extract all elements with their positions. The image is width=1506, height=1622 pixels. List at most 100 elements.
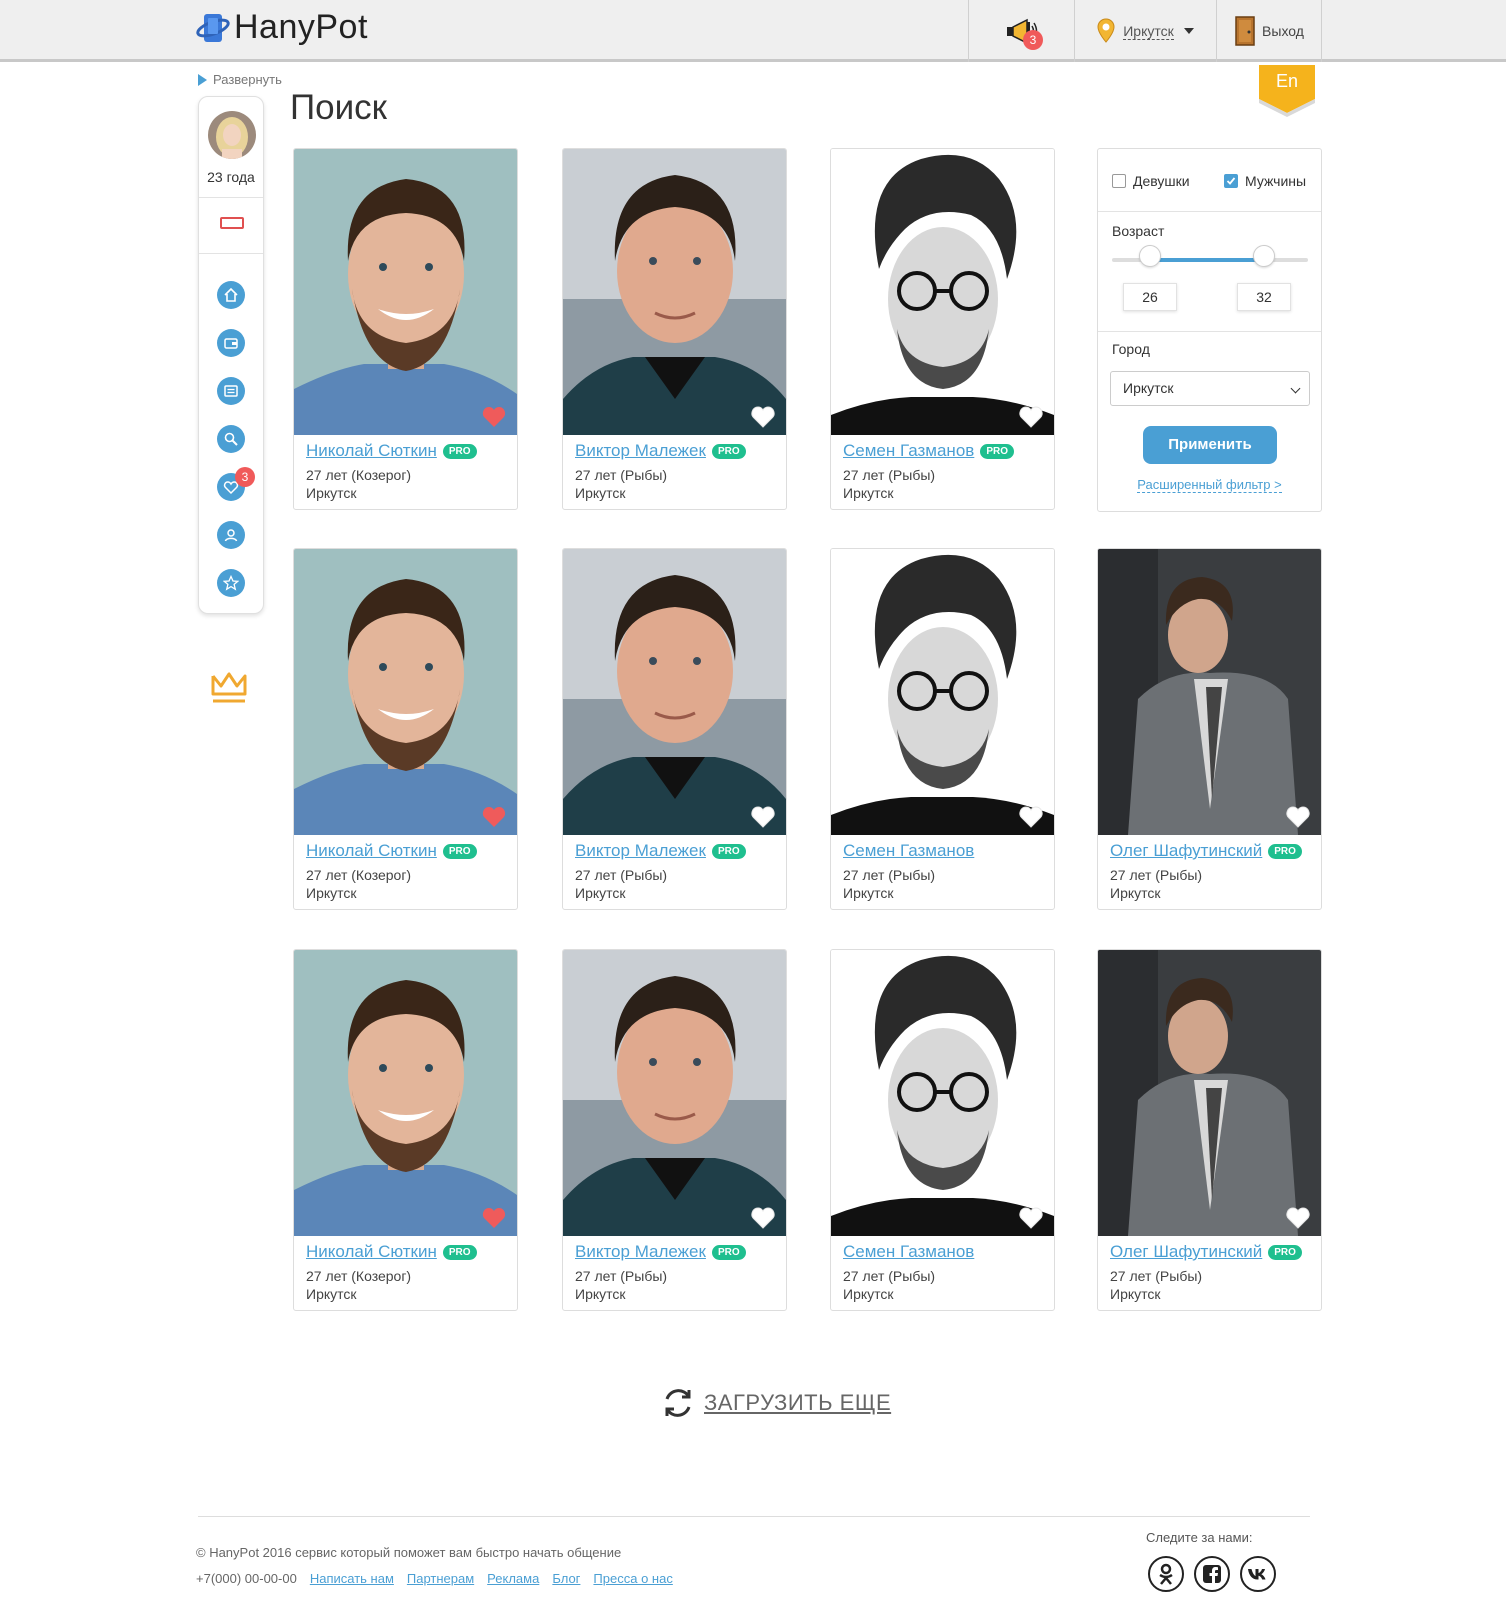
sidebar-item-search[interactable] <box>217 425 245 453</box>
follow-label: Следите за нами: <box>1146 1530 1253 1545</box>
age-max-field[interactable]: 32 <box>1237 283 1291 311</box>
profile-name-link[interactable]: Николай Сюткин <box>306 841 437 861</box>
notifications-button[interactable]: 3 <box>968 0 1074 62</box>
profile-city: Иркутск <box>575 1286 626 1302</box>
facebook-icon[interactable] <box>1194 1556 1230 1592</box>
profile-city: Иркутск <box>843 885 894 901</box>
profile-card[interactable]: Николай Сюткин PRO 27 лет (Козерог) Иркутск <box>293 949 518 1311</box>
profile-name-link[interactable]: Виктор Малежек <box>575 841 706 861</box>
profile-photo[interactable] <box>563 549 786 835</box>
profile-age: 27 лет (Рыбы) <box>575 1268 668 1284</box>
profile-name-link[interactable]: Николай Сюткин <box>306 441 437 461</box>
footer-link-blog[interactable]: Блог <box>552 1571 580 1586</box>
profile-name-link[interactable]: Олег Шафутинский <box>1110 1242 1262 1262</box>
heart-outline-icon[interactable] <box>1285 1206 1311 1230</box>
sidebar-item-favorites[interactable] <box>217 569 245 597</box>
heart-outline-icon[interactable] <box>1018 1206 1044 1230</box>
profile-card[interactable]: Семен Газманов 27 лет (Рыбы) Иркутск <box>830 949 1055 1311</box>
city-select[interactable]: Иркутск <box>1110 371 1310 406</box>
filter-panel: Девушки Мужчины Возраст 26 32 Город Ирку… <box>1097 148 1322 512</box>
profile-card[interactable]: Виктор Малежек PRO 27 лет (Рыбы) Иркутск <box>562 548 787 910</box>
profile-photo[interactable] <box>831 149 1054 435</box>
profile-photo[interactable] <box>831 950 1054 1236</box>
men-checkbox[interactable]: Мужчины <box>1224 173 1306 189</box>
advanced-filter-link[interactable]: Расширенный фильтр > <box>1098 477 1321 493</box>
pro-badge: PRO <box>711 1244 746 1260</box>
heart-filled-icon[interactable] <box>481 805 507 829</box>
battery-icon[interactable] <box>220 217 244 229</box>
footer-link-partners[interactable]: Партнерам <box>407 1571 474 1586</box>
profile-card[interactable]: Николай Сюткин PRO 27 лет (Козерог) Иркутск <box>293 148 518 510</box>
age-min-field[interactable]: 26 <box>1123 283 1177 311</box>
profile-age: 27 лет (Рыбы) <box>843 467 936 483</box>
heart-outline-icon[interactable] <box>750 1206 776 1230</box>
profile-card[interactable]: Виктор Малежек PRO 27 лет (Рыбы) Иркутск <box>562 148 787 510</box>
age-min-handle[interactable] <box>1139 245 1161 267</box>
exit-button[interactable]: Выход <box>1216 0 1322 62</box>
sidebar-item-home[interactable] <box>217 281 245 309</box>
profile-card[interactable]: Олег Шафутинский PRO 27 лет (Рыбы) Иркутск <box>1097 548 1322 910</box>
profile-card[interactable]: Николай Сюткин PRO 27 лет (Козерог) Иркутск <box>293 548 518 910</box>
sidebar-item-messages[interactable] <box>217 377 245 405</box>
apply-button[interactable]: Применить <box>1143 426 1277 464</box>
profile-photo[interactable] <box>1098 549 1321 835</box>
load-more-button[interactable]: ЗАГРУЗИТЬ ЕЩЕ <box>660 1385 891 1421</box>
profile-name-link[interactable]: Семен Газманов <box>843 841 974 861</box>
sidebar-item-wallet[interactable] <box>217 329 245 357</box>
girls-checkbox[interactable]: Девушки <box>1112 173 1190 189</box>
footer-link-press[interactable]: Пресса о нас <box>593 1571 672 1586</box>
heart-outline-icon[interactable] <box>1285 805 1311 829</box>
heart-filled-icon[interactable] <box>481 405 507 429</box>
exit-label: Выход <box>1262 23 1304 39</box>
divider <box>199 253 263 254</box>
avatar-image <box>208 111 256 159</box>
location-pin-icon <box>1097 18 1115 43</box>
language-switch[interactable]: En <box>1259 65 1315 117</box>
profile-name-link[interactable]: Николай Сюткин <box>306 1242 437 1262</box>
heart-outline-icon[interactable] <box>750 405 776 429</box>
heart-outline-icon[interactable] <box>750 805 776 829</box>
profile-photo[interactable] <box>294 950 517 1236</box>
city-filter-label: Город <box>1112 341 1150 357</box>
logo[interactable]: HanyPot <box>196 8 368 47</box>
profile-name-link[interactable]: Виктор Малежек <box>575 441 706 461</box>
profile-photo[interactable] <box>563 950 786 1236</box>
profile-age: 27 лет (Козерог) <box>306 867 412 883</box>
heart-outline-icon[interactable] <box>1018 805 1044 829</box>
card-name-row: Николай Сюткин PRO <box>306 1242 477 1262</box>
profile-name-link[interactable]: Олег Шафутинский <box>1110 841 1262 861</box>
profile-photo[interactable] <box>1098 950 1321 1236</box>
profile-name-link[interactable]: Семен Газманов <box>843 1242 974 1262</box>
advanced-filter-label: Расширенный фильтр > <box>1137 477 1282 493</box>
age-range-fill <box>1150 258 1264 262</box>
city-selector[interactable]: Иркутск <box>1074 0 1216 62</box>
heart-filled-icon[interactable] <box>481 1206 507 1230</box>
profile-name-link[interactable]: Виктор Малежек <box>575 1242 706 1262</box>
pro-badge: PRO <box>442 443 477 459</box>
profile-card[interactable]: Виктор Малежек PRO 27 лет (Рыбы) Иркутск <box>562 949 787 1311</box>
card-name-row: Николай Сюткин PRO <box>306 441 477 461</box>
profile-card[interactable]: Олег Шафутинский PRO 27 лет (Рыбы) Иркутск <box>1097 949 1322 1311</box>
footer-link-ads[interactable]: Реклама <box>487 1571 539 1586</box>
profile-card[interactable]: Семен Газманов 27 лет (Рыбы) Иркутск <box>830 548 1055 910</box>
user-age: 23 года <box>207 169 255 185</box>
profile-photo[interactable] <box>294 149 517 435</box>
footer-links: +7(000) 00-00-00 Написать нам Партнерам … <box>196 1571 673 1586</box>
card-name-row: Олег Шафутинский PRO <box>1110 841 1302 861</box>
profile-photo[interactable] <box>563 149 786 435</box>
footer-link-contact[interactable]: Написать нам <box>310 1571 394 1586</box>
sidebar-item-profile[interactable] <box>217 521 245 549</box>
top-header: HanyPot 3 Иркутск Выход <box>0 0 1506 62</box>
profile-city: Иркутск <box>1110 1286 1161 1302</box>
profile-photo[interactable] <box>831 549 1054 835</box>
age-max-handle[interactable] <box>1253 245 1275 267</box>
profile-name-link[interactable]: Семен Газманов <box>843 441 974 461</box>
profile-card[interactable]: Семен Газманов PRO 27 лет (Рыбы) Иркутск <box>830 148 1055 510</box>
profile-photo[interactable] <box>294 549 517 835</box>
vk-icon[interactable] <box>1240 1556 1276 1592</box>
expand-toggle[interactable]: Развернуть <box>198 72 282 87</box>
crown-icon[interactable] <box>210 668 248 706</box>
avatar[interactable] <box>208 111 256 159</box>
odnoklassniki-icon[interactable] <box>1148 1556 1184 1592</box>
heart-outline-icon[interactable] <box>1018 405 1044 429</box>
